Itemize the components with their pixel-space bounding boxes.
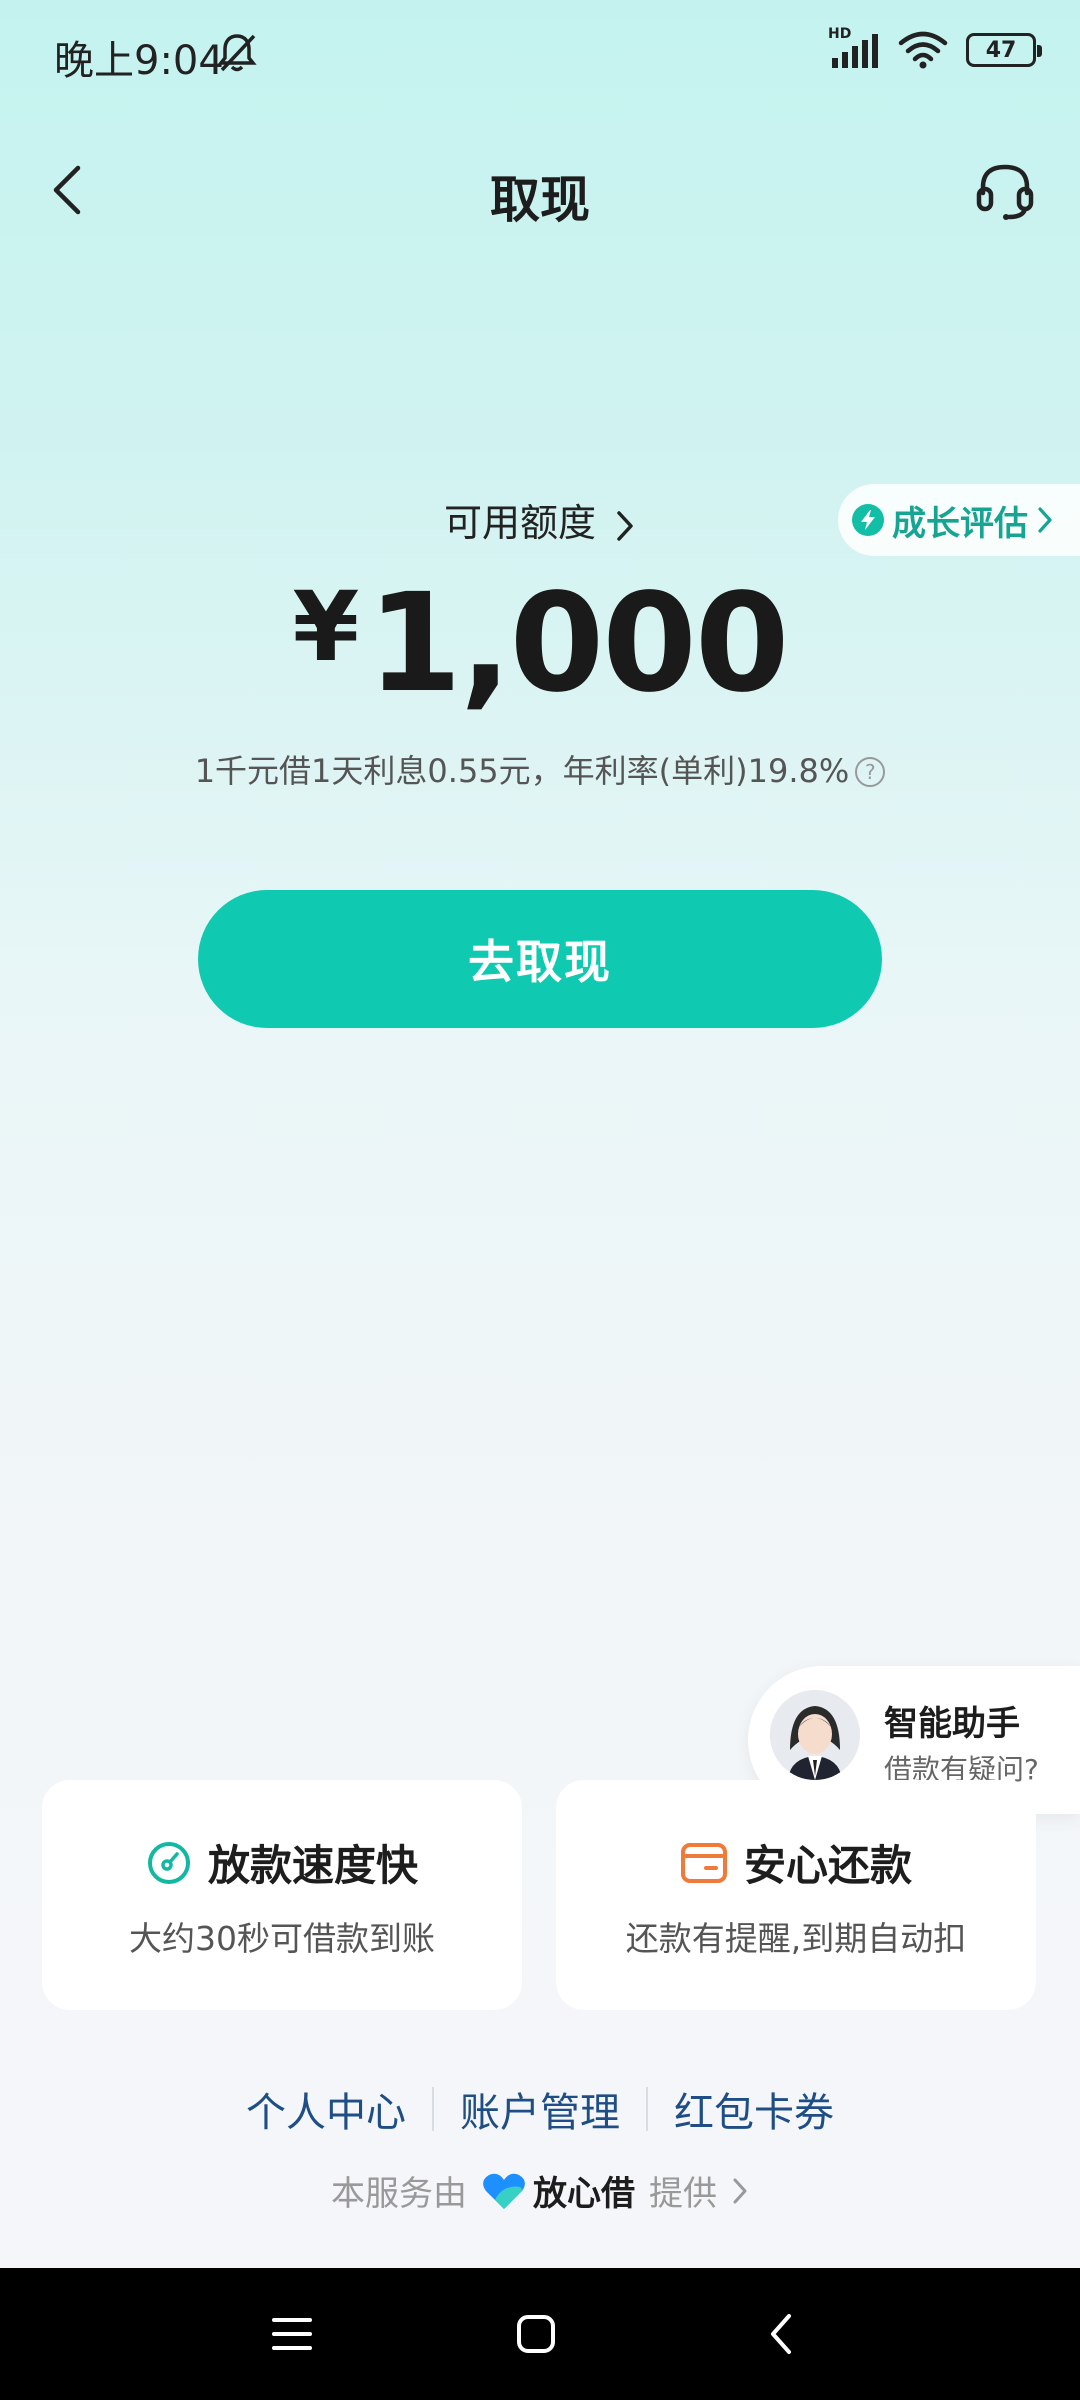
feature-title: 放款速度快 [207,1841,418,1890]
feature-subtitle: 还款有提醒,到期自动扣 [625,1919,967,1958]
back-arrow-icon [771,2314,791,2354]
growth-assessment-label: 成长评估 [892,503,1028,544]
headset-icon [976,164,1034,220]
interest-rate-info: 1千元借1天利息0.55元，年利率(单利)19.8%? [0,746,1080,792]
chevron-right-icon [617,510,633,541]
system-back-button[interactable] [752,2304,812,2364]
withdraw-button[interactable]: 去取现 [198,890,882,1028]
chevron-right-icon [1038,507,1052,533]
currency-symbol: ¥ [292,571,360,683]
provider-prefix: 本服务由 [331,2174,467,2214]
provider-suffix: 提供 [649,2174,717,2214]
account-management-link[interactable]: 账户管理 [434,2080,646,2138]
feature-title: 安心还款 [743,1841,912,1890]
coupons-link[interactable]: 红包卡券 [648,2080,860,2138]
feature-card-safe-repayment: 安心还款 还款有提醒,到期自动扣 [556,1780,1036,2010]
credit-limit-label: 可用额度 [443,501,596,545]
recent-apps-button[interactable] [262,2304,322,2364]
header: 取现 [0,140,1080,240]
provider-brand-name: 放心借 [533,2174,635,2214]
home-square-icon [517,2315,555,2353]
battery-icon: 47 [966,33,1042,67]
personal-center-link[interactable]: 个人中心 [220,2080,432,2138]
provider-brand: 放心借 [481,2166,635,2215]
menu-icon [272,2318,312,2350]
system-nav-bar [0,2268,1080,2400]
status-time: 晚上9:04 [54,38,224,84]
credit-amount-value: 1,000 [367,565,789,723]
assistant-title: 智能助手 [884,1704,1020,1744]
feature-card-fast-loan: 放款速度快 大约30秒可借款到账 [42,1780,522,2010]
lightning-icon [852,504,884,536]
feature-subtitle: 大约30秒可借款到账 [129,1919,435,1958]
status-icons: HD 47 [828,26,1042,70]
footer-links: 个人中心 账户管理 红包卡券 [0,2080,1080,2138]
speed-gauge-icon [147,1841,190,1884]
growth-assessment-button[interactable]: 成长评估 [838,484,1080,556]
interest-rate-text: 1千元借1天利息0.55元，年利率(单利)19.8% [194,752,850,790]
mute-icon [217,34,257,72]
wallet-icon [680,1842,727,1883]
help-icon[interactable]: ? [855,757,886,787]
battery-level: 47 [985,37,1017,63]
customer-service-button[interactable] [970,156,1040,226]
assistant-avatar [770,1690,860,1780]
service-provider-link[interactable]: 本服务由 放心借 提供 [0,2166,1080,2215]
status-bar: 晚上9:04 HD 47 [0,0,1080,100]
signal-icon: HD [828,26,880,70]
credit-amount: ¥1,000 [0,565,1080,723]
wifi-icon [898,31,948,69]
chevron-right-icon [733,2178,747,2203]
home-button[interactable] [506,2304,566,2364]
brand-heart-logo-icon [483,2173,525,2209]
page-title: 取现 [490,171,590,229]
